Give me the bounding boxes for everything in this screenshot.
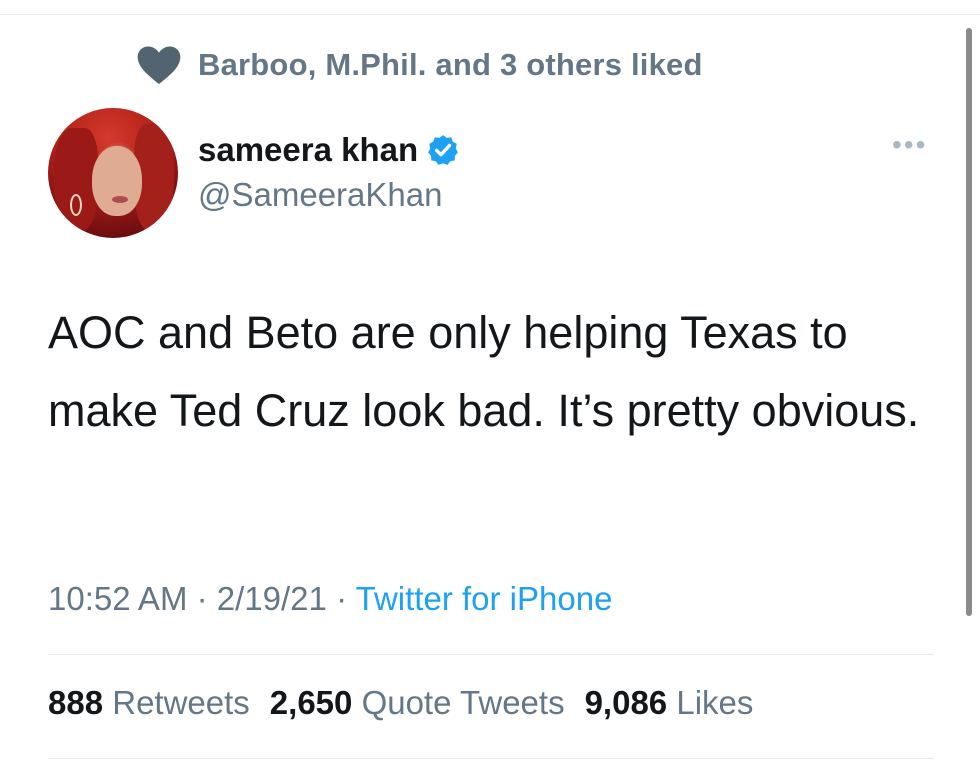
quote-tweets-label: Quote Tweets — [361, 684, 565, 721]
tweet-meta: 10:52 AM · 2/19/21 · Twitter for iPhone — [48, 580, 612, 618]
meta-separator: · — [336, 580, 348, 617]
retweets-label: Retweets — [112, 684, 250, 721]
author-name-row[interactable]: sameera khan — [198, 128, 460, 172]
author-handle[interactable]: @SameeraKhan — [198, 176, 442, 214]
more-options-icon[interactable]: ••• — [892, 130, 927, 160]
stats-divider-top — [48, 654, 934, 655]
avatar-face — [92, 146, 142, 216]
tweet-source-link[interactable]: Twitter for iPhone — [356, 580, 613, 617]
avatar-earring — [70, 194, 82, 216]
scrollbar[interactable] — [966, 28, 972, 616]
tweet-text: AOC and Beto are only helping Texas to m… — [48, 307, 920, 436]
quote-tweets-count: 2,650 — [269, 684, 353, 721]
tweet-time[interactable]: 10:52 AM — [48, 580, 187, 617]
social-context[interactable]: Barboo, M.Phil. and 3 others liked — [136, 40, 703, 90]
avatar-lips — [112, 196, 128, 203]
likes-label: Likes — [676, 684, 754, 721]
meta-separator: · — [196, 580, 208, 617]
retweets-count: 888 — [48, 684, 104, 721]
likes-stat[interactable]: 9,086 Likes — [585, 684, 754, 721]
heart-icon — [137, 46, 181, 85]
tweet-date[interactable]: 2/19/21 — [217, 580, 327, 617]
retweets-stat[interactable]: 888 Retweets — [48, 684, 250, 721]
top-divider — [0, 14, 980, 15]
quote-tweets-stat[interactable]: 2,650 Quote Tweets — [270, 684, 565, 721]
verified-badge-icon — [428, 135, 459, 165]
avatar[interactable] — [48, 108, 178, 238]
tweet-stats: 888 Retweets 2,650 Quote Tweets 9,086 Like… — [48, 684, 753, 722]
stats-divider-bottom — [48, 758, 934, 759]
social-context-text: Barboo, M.Phil. and 3 others liked — [198, 47, 703, 82]
author-display-name[interactable]: sameera khan — [198, 131, 418, 169]
likes-count: 9,086 — [584, 684, 668, 721]
